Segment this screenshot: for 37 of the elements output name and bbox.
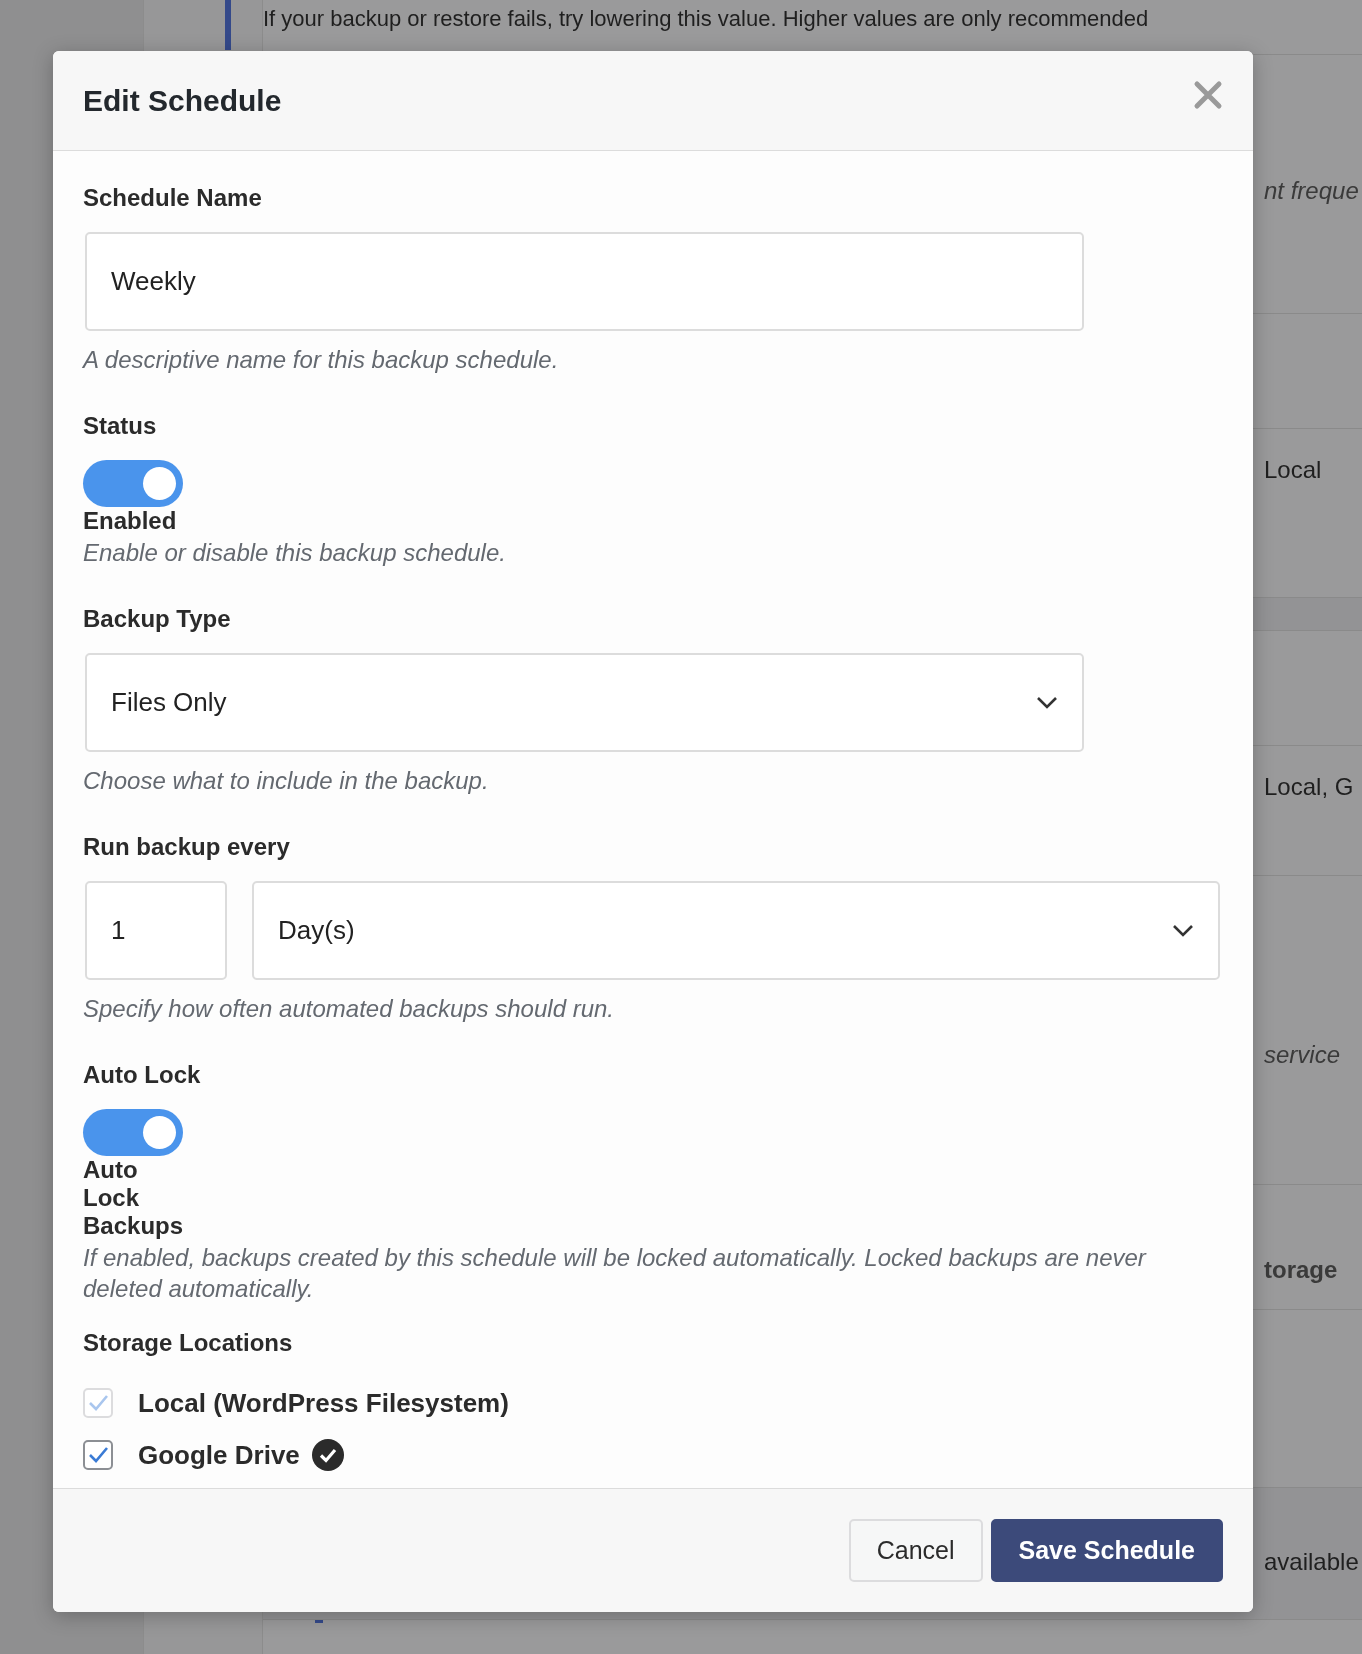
save-button[interactable]: Save Schedule <box>990 1519 1223 1582</box>
field-label: Backup Type <box>83 604 231 634</box>
background-text: torage <box>1264 1255 1338 1285</box>
toggle-switch[interactable] <box>83 460 183 507</box>
background-text: Local <box>1264 455 1322 485</box>
select-field[interactable]: Files Only <box>85 653 1084 752</box>
field-label: Auto Lock <box>83 1060 201 1090</box>
chevron-icon <box>1036 695 1058 710</box>
input-field[interactable]: Weekly <box>85 232 1084 331</box>
help-text: A descriptive name for this backup schedule. <box>83 345 559 375</box>
background-text: Local, G <box>1264 772 1354 802</box>
field-label: Schedule Name <box>83 183 262 213</box>
background-text: service <box>1264 1040 1341 1070</box>
close-icon[interactable] <box>1193 79 1223 110</box>
help-text: Choose what to include in the backup. <box>83 766 489 796</box>
option-label: Local (WordPress Filesystem) <box>138 1387 509 1419</box>
field-label: Storage Locations <box>83 1328 293 1358</box>
cancel-button[interactable]: Cancel <box>848 1519 983 1582</box>
help-text: Enable or disable this backup schedule. <box>83 538 507 568</box>
notice-text: If your backup or restore fails, try lowering this value. Higher values are only recommended <box>263 6 1149 32</box>
select-field[interactable]: Day(s) <box>252 881 1220 980</box>
accent-mark <box>315 1620 323 1623</box>
field-label: Run backup every <box>83 832 290 862</box>
number-field[interactable]: 1 <box>85 881 227 980</box>
background-text: available <box>1264 1547 1359 1577</box>
toggle-label: Auto Lock Backups <box>83 1156 185 1240</box>
option-label: Google Drive <box>138 1439 300 1471</box>
chevron-icon <box>1172 923 1194 938</box>
help-text: If enabled, backups created by this schedule will be locked automatically. Locked backups are never deleted automatically. <box>83 1243 1148 1304</box>
toggle-switch[interactable] <box>83 1109 183 1156</box>
field-label: Status <box>83 411 157 441</box>
checkbox[interactable] <box>83 1440 113 1470</box>
toggle-label: Enabled <box>83 507 178 535</box>
help-text: Specify how often automated backups should run. <box>83 994 614 1024</box>
background-text: nt freque <box>1264 176 1359 206</box>
accent-bar <box>225 0 231 50</box>
dialog-title: Edit Schedule <box>83 83 282 118</box>
